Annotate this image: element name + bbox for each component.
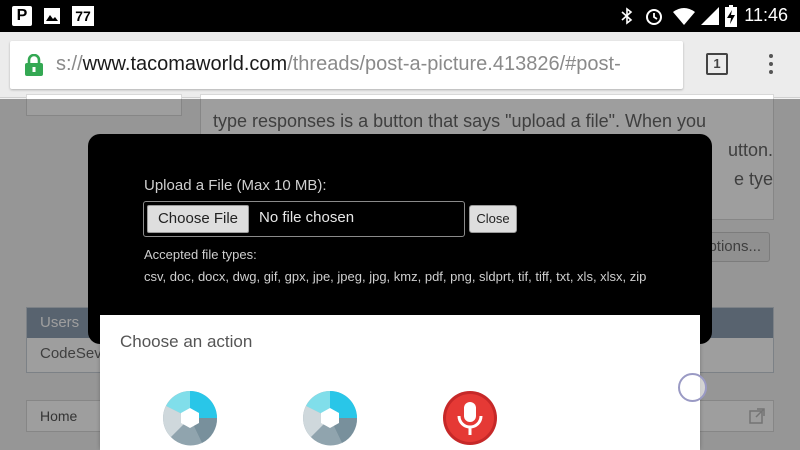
browser-toolbar: s://www.tacomaworld.com/threads/post-a-p…: [0, 32, 800, 98]
url-scheme: s://: [56, 53, 83, 75]
parking-notification-icon: P: [12, 6, 32, 26]
status-bar: P 77 11:46: [0, 0, 800, 32]
battery-charging-icon: [725, 5, 737, 27]
file-input[interactable]: Choose File No file chosen: [143, 201, 465, 237]
address-bar[interactable]: s://www.tacomaworld.com/threads/post-a-p…: [10, 41, 683, 89]
file-status-text: No file chosen: [259, 209, 355, 226]
notification-77-icon: 77: [72, 6, 94, 26]
wifi-icon: [673, 8, 695, 25]
alarm-icon: [646, 9, 662, 25]
url-host: www.tacomaworld.com: [82, 53, 288, 75]
url-path: /threads/post-a-picture.413826/#post-: [287, 53, 621, 75]
tab-switcher-button[interactable]: 1: [706, 53, 728, 75]
choose-action-sheet: Choose an action: [100, 315, 700, 450]
bluetooth-icon: [621, 7, 633, 25]
upload-title: Upload a File (Max 10 MB):: [144, 177, 327, 194]
overflow-menu-icon[interactable]: [764, 52, 778, 78]
clock: 11:46: [744, 5, 788, 25]
lock-icon: [25, 54, 43, 76]
action-sheet-title: Choose an action: [120, 332, 253, 351]
accepted-types-label: Accepted file types:: [144, 247, 257, 262]
accepted-types-list: csv, doc, docx, dwg, gif, gpx, jpe, jpeg…: [144, 269, 647, 284]
signal-icon: [701, 7, 719, 25]
upload-dialog: Upload a File (Max 10 MB): Choose File N…: [88, 134, 712, 344]
choose-file-button[interactable]: Choose File: [147, 205, 249, 233]
touch-indicator: [678, 373, 707, 402]
camera-aperture-icon[interactable]: [162, 390, 218, 446]
url-text[interactable]: s://www.tacomaworld.com/threads/post-a-p…: [56, 53, 621, 76]
image-notification-icon: [44, 8, 60, 24]
camera-aperture-icon[interactable]: [302, 390, 358, 446]
microphone-recorder-icon[interactable]: [442, 390, 498, 446]
close-button[interactable]: Close: [469, 205, 517, 233]
